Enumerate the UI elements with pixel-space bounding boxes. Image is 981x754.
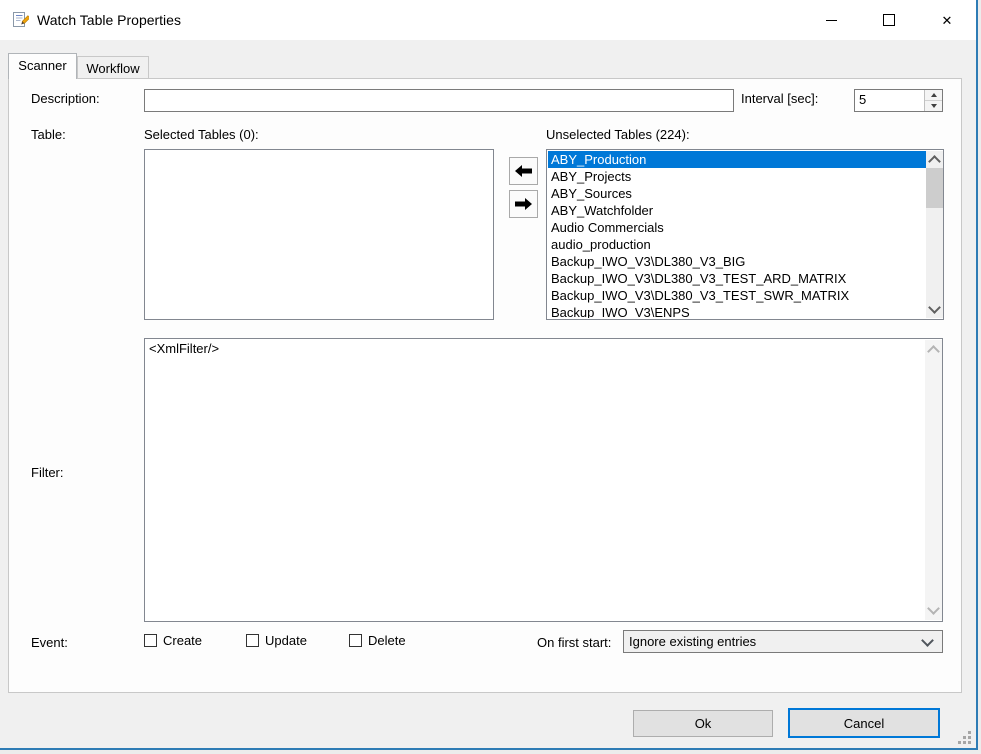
ok-button[interactable]: Ok <box>633 710 773 737</box>
unselected-tables-label: Unselected Tables (224): <box>546 127 690 142</box>
window-title: Watch Table Properties <box>37 12 181 28</box>
scanner-tab-page: Description: Interval [sec]: 5 Table: Se… <box>8 78 962 693</box>
scroll-down-icon[interactable] <box>928 301 941 314</box>
selected-tables-list[interactable] <box>144 149 494 320</box>
list-item[interactable]: Backup_IWO_V3\ENPS <box>548 304 926 318</box>
minimize-button[interactable] <box>802 0 860 40</box>
unselected-tables-list[interactable]: ABY_ProductionABY_ProjectsABY_SourcesABY… <box>546 149 944 320</box>
on-first-start-dropdown[interactable]: Ignore existing entries <box>623 630 943 653</box>
properties-icon <box>11 11 29 29</box>
delete-checkbox-box[interactable] <box>349 634 362 647</box>
filter-scroll-up-icon[interactable] <box>927 345 940 358</box>
scrollbar-thumb[interactable] <box>926 168 943 208</box>
spin-up-button[interactable] <box>925 90 942 100</box>
scroll-up-icon[interactable] <box>928 155 941 168</box>
update-checkbox-box[interactable] <box>246 634 259 647</box>
selected-tables-label: Selected Tables (0): <box>144 127 259 142</box>
list-item[interactable]: Audio Commercials <box>548 219 926 236</box>
update-checkbox-label: Update <box>265 633 307 648</box>
arrow-left-icon <box>515 165 532 177</box>
description-input[interactable] <box>144 89 734 112</box>
create-checkbox-box[interactable] <box>144 634 157 647</box>
maximize-button[interactable] <box>860 0 918 40</box>
window-controls: ✕ <box>802 0 976 40</box>
filter-value: <XmlFilter/> <box>149 341 922 356</box>
list-item[interactable]: Backup_IWO_V3\DL380_V3_TEST_SWR_MATRIX <box>548 287 926 304</box>
list-item[interactable]: audio_production <box>548 236 926 253</box>
unselected-tables-items: ABY_ProductionABY_ProjectsABY_SourcesABY… <box>548 151 926 318</box>
dialog-window: Watch Table Properties ✕ Scanner Workflo… <box>0 0 978 750</box>
tab-scanner[interactable]: Scanner <box>8 53 77 79</box>
list-item[interactable]: ABY_Watchfolder <box>548 202 926 219</box>
tab-workflow[interactable]: Workflow <box>77 56 149 79</box>
unselected-tables-scrollbar[interactable] <box>926 151 943 318</box>
interval-spin-buttons <box>924 90 942 111</box>
list-item[interactable]: ABY_Production <box>548 151 926 168</box>
description-label: Description: <box>31 91 100 106</box>
on-first-start-value: Ignore existing entries <box>624 634 923 649</box>
on-first-start-label: On first start: <box>537 635 611 650</box>
interval-label: Interval [sec]: <box>741 91 818 106</box>
spin-down-button[interactable] <box>925 100 942 111</box>
spin-down-icon <box>931 104 937 108</box>
filter-scroll-down-icon[interactable] <box>927 602 940 615</box>
checkbox-update[interactable]: Update <box>246 633 307 648</box>
cancel-button[interactable]: Cancel <box>788 708 940 738</box>
create-checkbox-label: Create <box>163 633 202 648</box>
maximize-icon <box>883 14 895 26</box>
move-right-button[interactable] <box>509 190 538 218</box>
filter-scrollbar[interactable] <box>925 340 942 620</box>
table-label: Table: <box>31 127 66 142</box>
list-item[interactable]: Backup_IWO_V3\DL380_V3_TEST_ARD_MATRIX <box>548 270 926 287</box>
event-label: Event: <box>31 635 68 650</box>
arrow-right-icon <box>515 198 532 210</box>
filter-textarea[interactable]: <XmlFilter/> <box>144 338 943 622</box>
checkbox-create[interactable]: Create <box>144 633 202 648</box>
title-bar: Watch Table Properties ✕ <box>0 0 976 40</box>
close-icon: ✕ <box>942 14 953 27</box>
list-item[interactable]: ABY_Projects <box>548 168 926 185</box>
close-button[interactable]: ✕ <box>918 0 976 40</box>
move-left-button[interactable] <box>509 157 538 185</box>
list-item[interactable]: Backup_IWO_V3\DL380_V3_BIG <box>548 253 926 270</box>
spin-up-icon <box>931 93 937 97</box>
list-item[interactable]: ABY_Sources <box>548 185 926 202</box>
interval-value: 5 <box>855 90 924 111</box>
interval-stepper[interactable]: 5 <box>854 89 943 112</box>
delete-checkbox-label: Delete <box>368 633 406 648</box>
minimize-icon <box>826 20 837 21</box>
chevron-down-icon <box>921 634 934 647</box>
checkbox-delete[interactable]: Delete <box>349 633 406 648</box>
resize-grip[interactable] <box>968 741 971 744</box>
filter-label: Filter: <box>31 465 64 480</box>
